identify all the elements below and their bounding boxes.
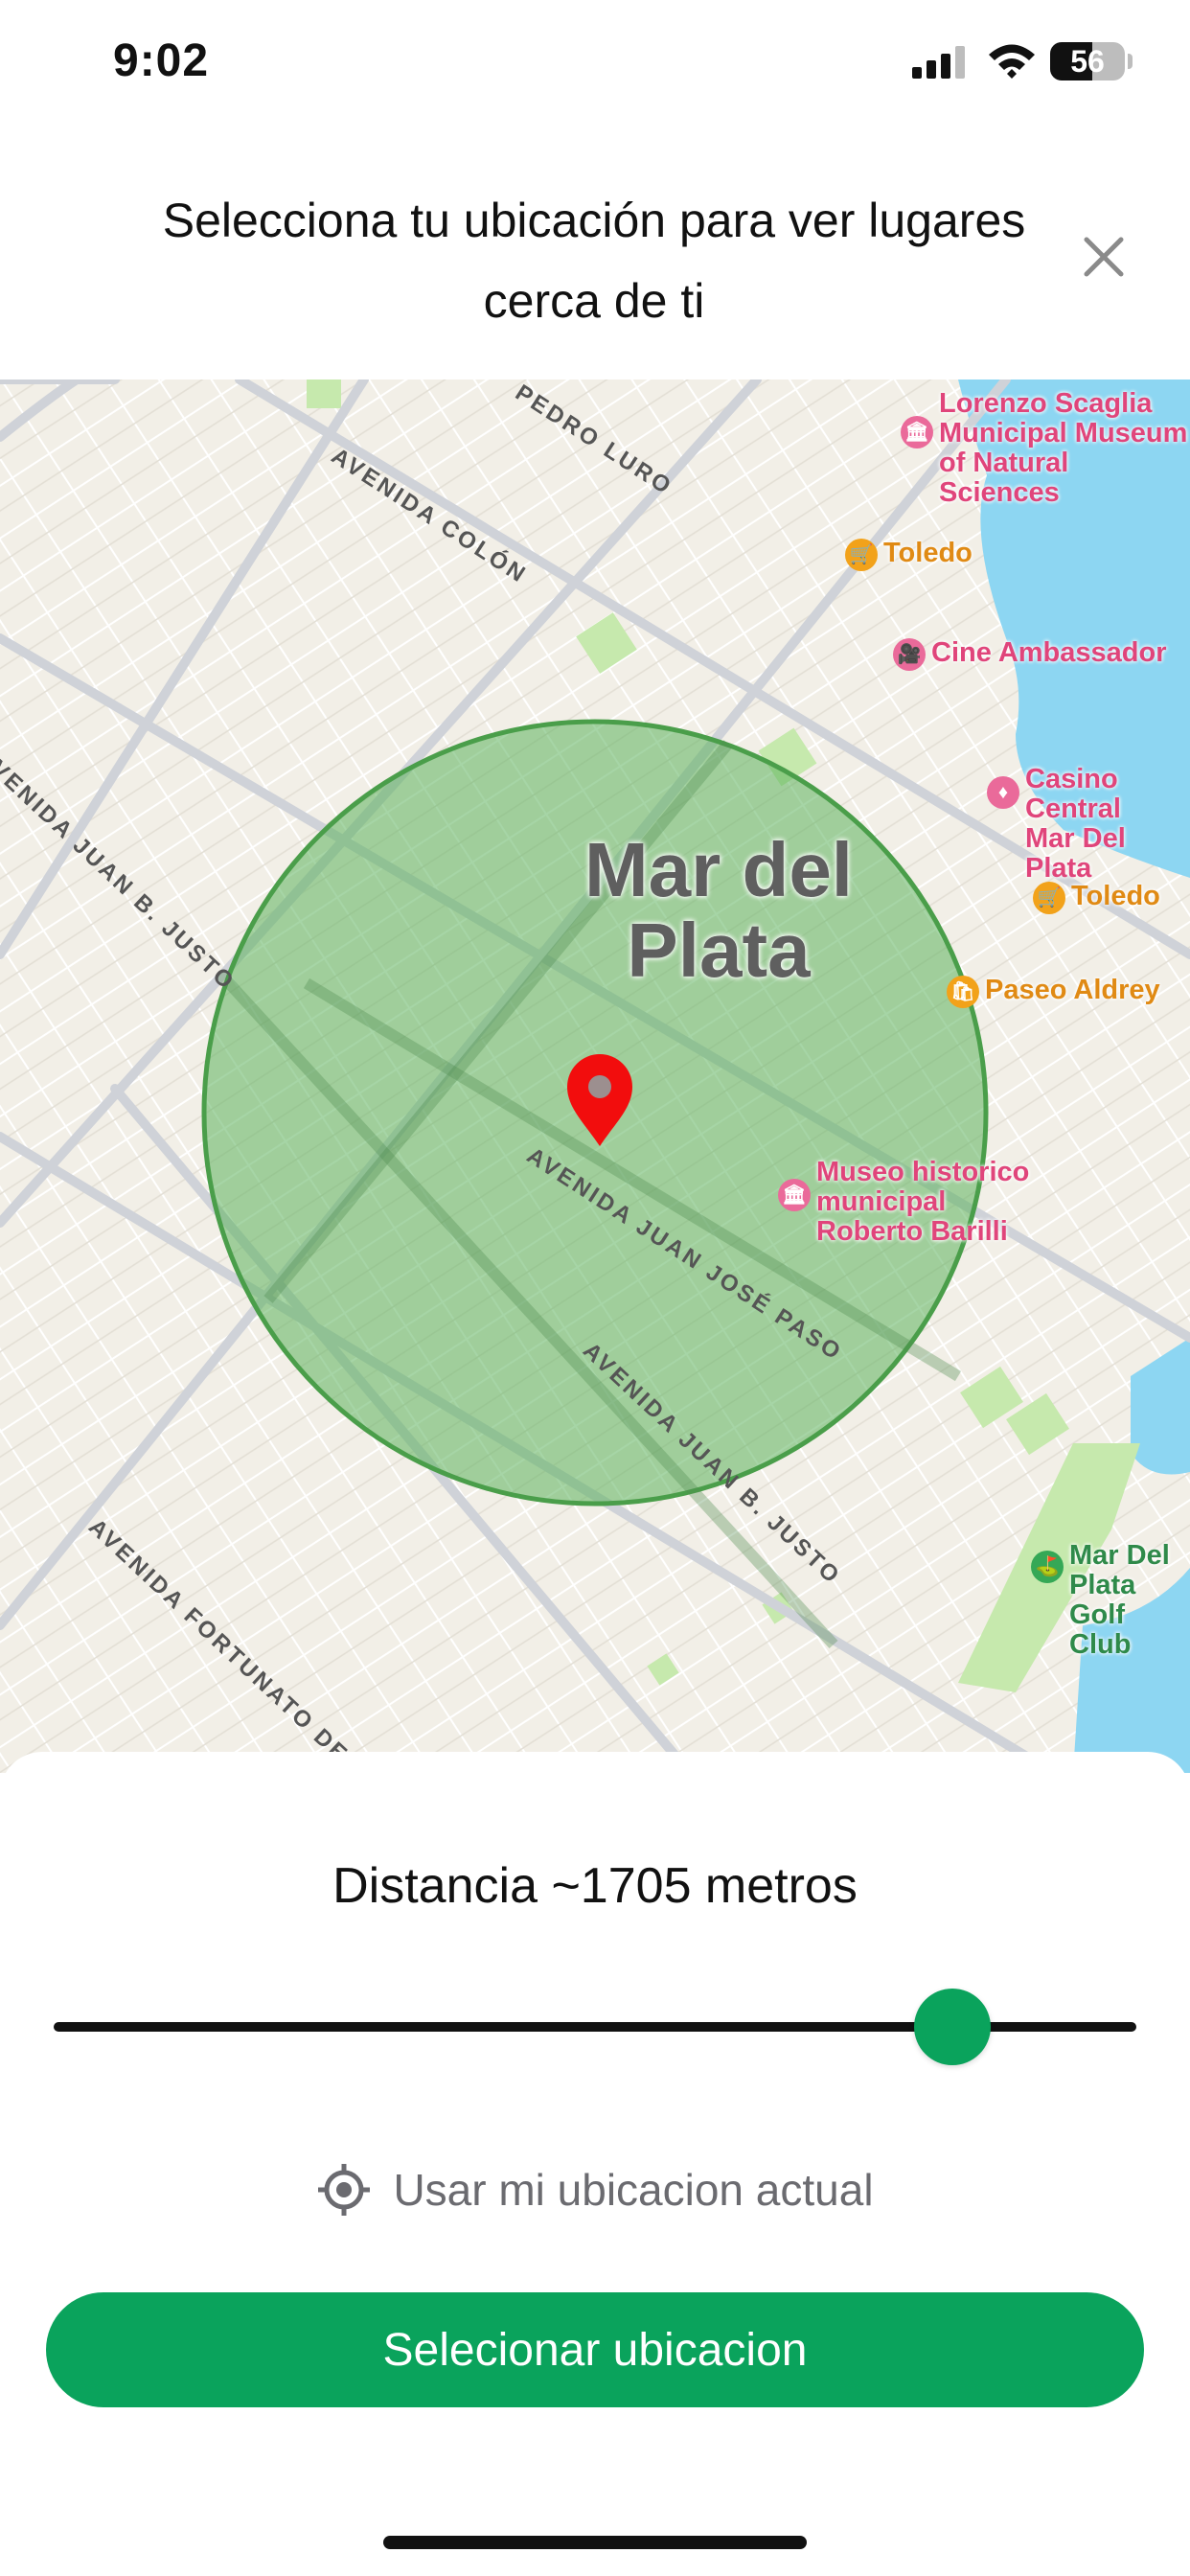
poi-golf[interactable]: ⛳ Mar Del Plata Golf Club bbox=[1031, 1541, 1190, 1660]
museum-icon: 🏛 bbox=[778, 1179, 811, 1211]
golf-icon: ⛳ bbox=[1031, 1551, 1064, 1583]
casino-icon: ♦ bbox=[987, 776, 1019, 809]
crosshair-icon bbox=[318, 2164, 371, 2216]
shopping-bag-icon: 🛍 bbox=[947, 976, 979, 1008]
poi-cine[interactable]: 🎥 Cine Ambassador bbox=[893, 638, 1167, 671]
status-bar: 9:02 56 bbox=[0, 0, 1190, 134]
distance-label: Distancia ~1705 metros bbox=[332, 1858, 858, 1914]
battery-percent: 56 bbox=[1070, 44, 1105, 79]
poi-casino[interactable]: ♦ Casino Central Mar Del Plata bbox=[987, 765, 1190, 884]
city-label: Mar del Plata bbox=[584, 827, 854, 993]
page-title: Selecciona tu ubicación para ver lugares… bbox=[162, 194, 1026, 328]
poi-paseo-aldrey[interactable]: 🛍 Paseo Aldrey bbox=[947, 976, 1160, 1008]
map-view[interactable]: Mar del Plata AVENIDA COLÓN PEDRO LURO A… bbox=[0, 380, 1190, 1773]
select-location-button[interactable]: Selecionar ubicacion bbox=[46, 2292, 1144, 2407]
shopping-cart-icon: 🛒 bbox=[1033, 882, 1065, 914]
home-indicator bbox=[383, 2536, 807, 2549]
poi-museo-barilli[interactable]: 🏛 Museo historico municipal Roberto Bari… bbox=[778, 1158, 1029, 1247]
wifi-icon bbox=[989, 44, 1035, 79]
use-current-location-button[interactable]: Usar mi ubicacion actual bbox=[0, 2162, 1190, 2218]
shopping-cart-icon: 🛒 bbox=[845, 539, 878, 571]
status-time: 9:02 bbox=[113, 35, 210, 86]
battery-icon: 56 bbox=[1050, 42, 1133, 80]
use-location-label: Usar mi ubicacion actual bbox=[393, 2165, 874, 2215]
museum-icon: 🏛 bbox=[901, 416, 933, 448]
location-pin-icon[interactable] bbox=[565, 1052, 634, 1148]
poi-toledo-2[interactable]: 🛒 Toledo bbox=[1033, 882, 1160, 914]
cellular-signal-icon bbox=[912, 46, 965, 79]
distance-slider-thumb[interactable] bbox=[913, 1989, 991, 2065]
poi-museum[interactable]: 🏛 Lorenzo Scaglia Municipal Museum of Na… bbox=[901, 389, 1187, 508]
movie-icon: 🎥 bbox=[893, 638, 926, 671]
close-icon[interactable] bbox=[1073, 226, 1134, 288]
poi-toledo[interactable]: 🛒 Toledo bbox=[845, 539, 973, 571]
